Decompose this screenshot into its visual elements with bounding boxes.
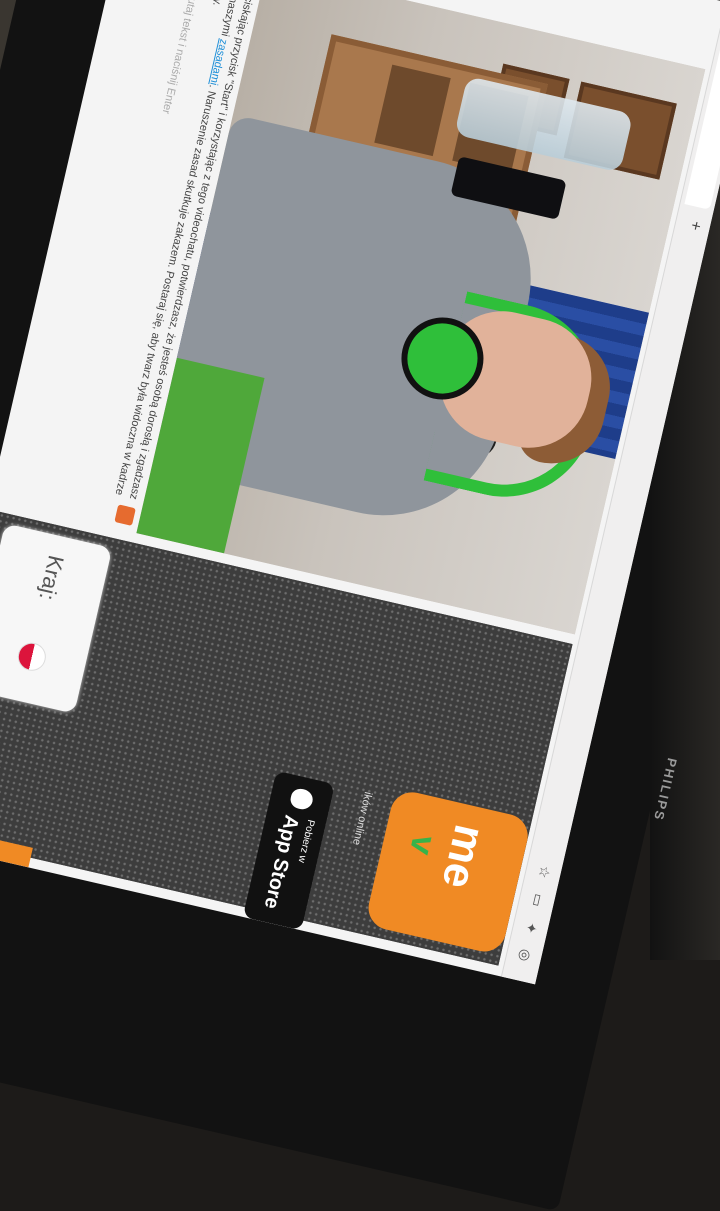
extensions-icon[interactable]: ✦ [522, 920, 541, 936]
profile-icon[interactable]: ◎ [515, 947, 534, 964]
bookmark-star-icon[interactable]: ☆ [534, 864, 553, 880]
logo-tv: v [401, 831, 444, 859]
country-label: Kraj: [34, 552, 69, 603]
logo-text: me [432, 820, 495, 894]
poland-flag-icon [15, 639, 49, 674]
warning-icon [114, 504, 136, 526]
reader-icon[interactable]: ▭ [528, 892, 548, 908]
app-store-big: App Store [259, 812, 303, 911]
apple-icon [288, 786, 315, 812]
new-tab-button[interactable]: + [685, 219, 705, 232]
